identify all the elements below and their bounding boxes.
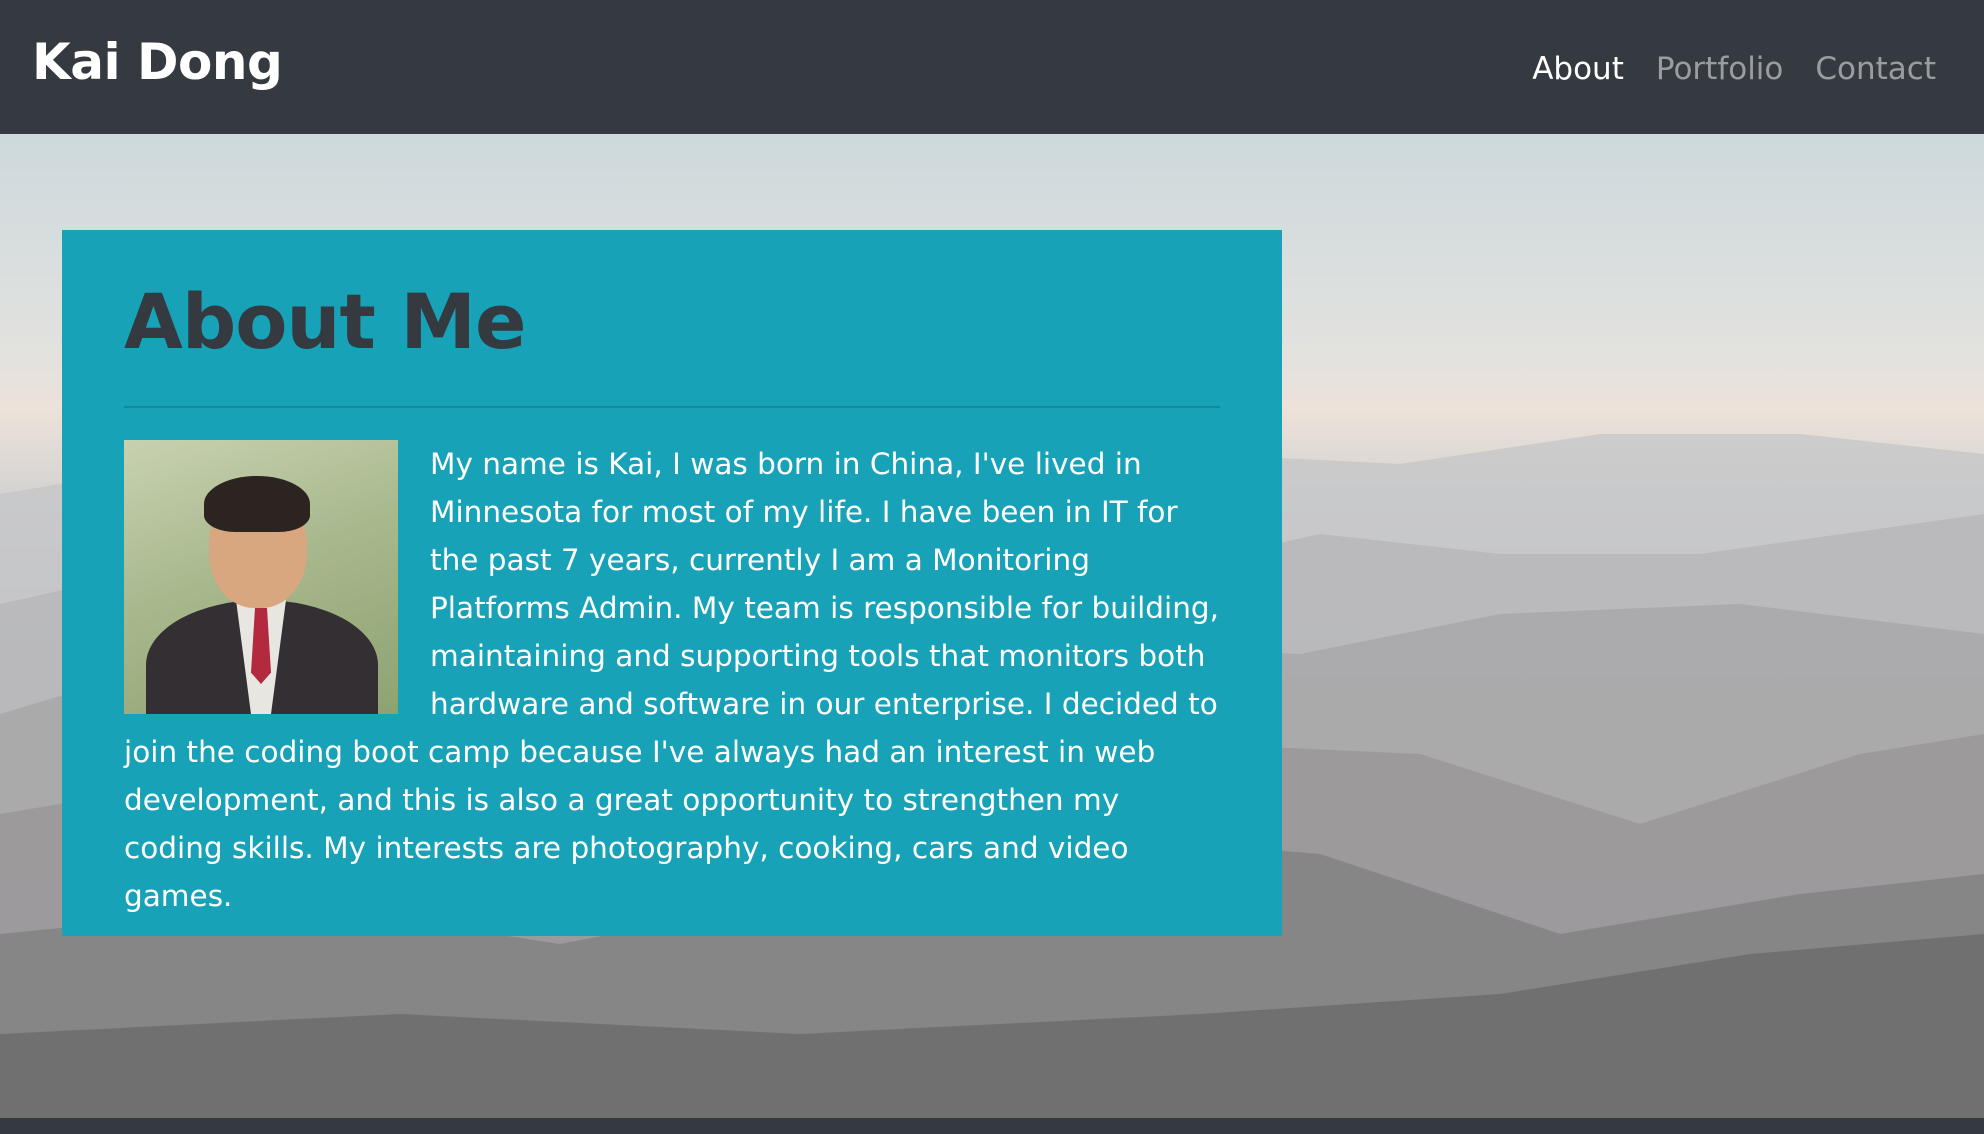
navbar: Kai Dong About Portfolio Contact — [0, 0, 1984, 134]
profile-photo — [124, 440, 398, 714]
nav-links: About Portfolio Contact — [1532, 46, 1936, 92]
divider — [124, 406, 1220, 408]
about-card: About Me My name is Kai, I was born in C… — [62, 230, 1282, 936]
about-heading: About Me — [124, 277, 527, 366]
photo-hair — [204, 476, 310, 532]
about-content: My name is Kai, I was born in China, I'v… — [124, 440, 1224, 920]
nav-link-portfolio[interactable]: Portfolio — [1656, 46, 1784, 92]
footer-bar — [0, 1118, 1984, 1134]
nav-link-about[interactable]: About — [1532, 46, 1624, 92]
nav-link-contact[interactable]: Contact — [1815, 46, 1936, 92]
brand-link[interactable]: Kai Dong — [32, 30, 283, 94]
